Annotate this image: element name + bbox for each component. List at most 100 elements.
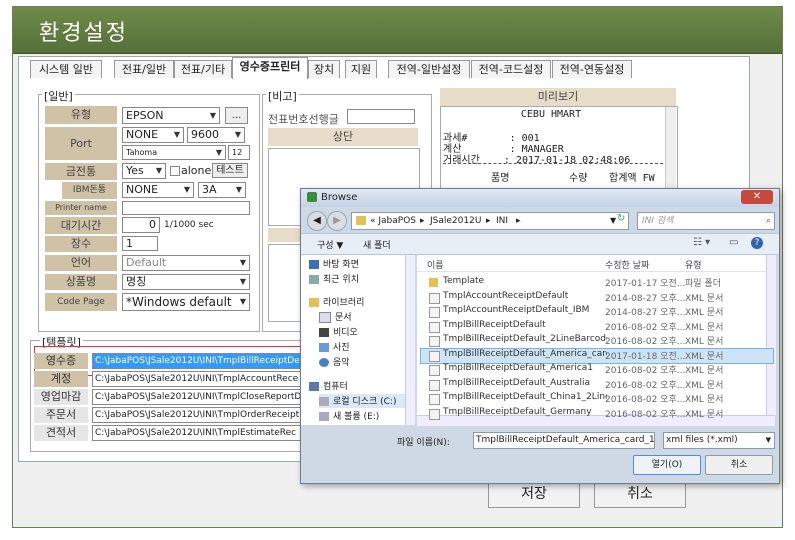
window-title: 환경설정 xyxy=(39,21,128,46)
path-segment-2[interactable]: JSale2012U xyxy=(430,213,481,229)
filter-select[interactable]: xml files (*.xml) ▼ xyxy=(663,432,775,449)
address-dropdown-icon[interactable]: ▼ xyxy=(610,213,616,229)
file-name: Template xyxy=(443,276,485,286)
nav-new-volume[interactable]: 새 볼륨 (E:) xyxy=(319,409,415,423)
nav-computer[interactable]: 컴퓨터 xyxy=(309,379,405,393)
ibm-drawer-select[interactable]: NONE xyxy=(122,182,194,198)
filename-input[interactable]: TmplBillReceiptDefault_America_card_1 xyxy=(473,432,655,449)
type-browse-button[interactable]: ... xyxy=(225,107,248,124)
product-name-select[interactable]: 명칭 xyxy=(122,274,250,290)
file-row[interactable]: TmplBillReceiptDefault_America1 2016-08-0… xyxy=(421,363,773,377)
ibm-drawer-label: IBM돈통 xyxy=(62,182,117,199)
alone-checkbox[interactable] xyxy=(170,166,180,176)
font-select[interactable]: Tahoma xyxy=(122,145,226,160)
file-row[interactable]: TmplBillReceiptDefault_2LineBarcode 2016-… xyxy=(421,334,773,348)
file-name: TmplAccountReceiptDefault xyxy=(443,290,569,301)
tab-slip-general[interactable]: 전표/일반 xyxy=(114,60,174,78)
template-input-close[interactable]: C:\JabaPOS\JSale2012U\INI\TmplCloseRepor… xyxy=(92,389,306,405)
test-button[interactable]: 테스트 xyxy=(212,163,248,178)
file-type: XML 문서 xyxy=(685,380,724,391)
disk-icon xyxy=(319,397,329,406)
ibm-port-select[interactable]: 3A xyxy=(198,182,246,198)
tab-receipt-printer[interactable]: 영수증프린터 xyxy=(232,57,308,79)
type-select[interactable]: EPSON xyxy=(122,107,220,124)
font-size-stepper[interactable]: 12 xyxy=(228,145,250,160)
file-date: 2016-08-02 오후... xyxy=(605,337,685,347)
nav-pictures[interactable]: 사진 xyxy=(319,340,415,354)
template-label-estimate: 견적서 xyxy=(34,425,88,441)
xml-file-icon xyxy=(429,307,440,318)
file-row[interactable]: TmplAccountReceiptDefault 2014-08-27 오후..… xyxy=(421,291,773,305)
back-icon[interactable]: ◀ xyxy=(307,211,327,231)
header-date[interactable]: 수정한 날짜 xyxy=(605,258,649,271)
file-row[interactable]: Template 2017-01-17 오전... 파일 폴더 xyxy=(421,276,773,290)
file-type: 파일 폴더 xyxy=(685,279,721,289)
forward-icon[interactable]: ▶ xyxy=(327,211,347,231)
path-segment-3[interactable]: INI xyxy=(496,213,508,229)
tab-support[interactable]: 지원 xyxy=(345,60,377,78)
slip-prefix-input[interactable] xyxy=(347,109,415,124)
browse-cancel-button[interactable]: 취소 xyxy=(705,455,773,475)
xml-file-icon xyxy=(429,292,440,304)
preview-col-total: 합계액 FW xyxy=(609,173,655,184)
help-icon[interactable]: ? xyxy=(751,237,763,249)
pictures-icon xyxy=(319,343,329,352)
path-segment-1[interactable]: « JabaPOS xyxy=(370,213,416,229)
browse-app-icon xyxy=(307,192,317,202)
nav-videos[interactable]: 비디오 xyxy=(319,325,415,339)
file-row[interactable]: TmplBillReceiptDefault_Germany 2016-08-02… xyxy=(421,407,773,421)
nav-local-disk[interactable]: 로컬 디스크 (C:) xyxy=(319,394,415,408)
template-input-estimate[interactable]: C:\JabaPOS\JSale2012U\INI\TmplEstimateRe… xyxy=(92,425,306,441)
template-input-account[interactable]: C:\JabaPOS\JSale2012U\INI\TmplAccountRec… xyxy=(92,371,306,387)
baud-select[interactable]: 9600 xyxy=(187,127,245,143)
tab-global-code[interactable]: 전역-코드설정 xyxy=(471,60,551,78)
wait-input[interactable]: 0 xyxy=(122,217,160,233)
file-row[interactable]: TmplAccountReceiptDefault_IBM 2014-08-27 … xyxy=(421,305,773,319)
new-folder-button[interactable]: 새 폴더 xyxy=(363,238,391,251)
tab-slip-other[interactable]: 전표/기타 xyxy=(174,60,232,78)
port-select[interactable]: NONE xyxy=(122,127,184,143)
nav-libraries[interactable]: 라이브러리 xyxy=(309,295,405,309)
tab-device[interactable]: 장치 xyxy=(308,60,340,78)
preview-area: CEBU HMART 과세# : 001 계산 : MANAGER 거래시간 :… xyxy=(440,106,678,192)
file-row[interactable]: TmplBillReceiptDefault 2016-08-02 오후... XM… xyxy=(421,320,773,334)
desktop-icon xyxy=(309,260,319,269)
template-input-receipt[interactable]: C:\JabaPOS\JSale2012U\INI\TmplBillReceip… xyxy=(92,353,306,369)
file-row[interactable]: TmplBillReceiptDefault_China1_2Line 2016-… xyxy=(421,392,773,406)
preview-divider xyxy=(443,163,663,164)
folder-icon xyxy=(429,278,438,287)
file-name: TmplBillReceiptDefault_Germany xyxy=(443,406,592,417)
nav-music[interactable]: 음악 xyxy=(319,355,415,369)
nav-desktop[interactable]: 바탕 화면 xyxy=(309,257,405,271)
printer-name-input[interactable] xyxy=(122,201,250,215)
drawer-label: 금전통 xyxy=(45,163,117,180)
tab-global-link[interactable]: 전역-연동설정 xyxy=(552,60,632,78)
file-row[interactable]: TmplBillReceiptDefault_America_card_1 201… xyxy=(420,347,774,364)
file-name: TmplBillReceiptDefault_Australia xyxy=(443,377,590,388)
file-row[interactable]: TmplBillReceiptDefault_Australia 2016-08-… xyxy=(421,378,773,392)
general-legend: [일반] xyxy=(42,88,75,104)
copies-stepper[interactable]: 1 xyxy=(122,236,158,251)
header-type[interactable]: 유형 xyxy=(685,258,702,271)
nav-documents[interactable]: 문서 xyxy=(319,310,415,324)
documents-icon xyxy=(319,312,331,323)
nav-recent[interactable]: 최근 위치 xyxy=(309,272,405,286)
language-select[interactable]: Default xyxy=(122,255,250,271)
preview-pane-icon[interactable]: ▭ xyxy=(729,237,738,248)
header-name[interactable]: 이름 xyxy=(427,258,444,271)
tab-global-general[interactable]: 전역-일반설정 xyxy=(388,60,470,78)
view-options-icon[interactable]: ☷ ▾ xyxy=(693,237,710,248)
nav-scrollbar[interactable] xyxy=(405,255,415,425)
refresh-icon[interactable]: ↻ xyxy=(617,213,631,227)
open-button[interactable]: 열기(O) xyxy=(633,455,701,475)
template-input-order[interactable]: C:\JabaPOS\JSale2012U\INI\TmplOrderRecei… xyxy=(92,407,306,423)
address-bar[interactable]: « JabaPOS ▸ JSale2012U ▸ INI ▸ ▼ xyxy=(351,212,629,230)
drawer-select[interactable]: Yes xyxy=(122,163,166,179)
browse-close-icon[interactable]: ✕ xyxy=(741,190,773,204)
preview-scrollbar[interactable] xyxy=(665,107,676,189)
search-input[interactable]: INI 검색 ⌕ xyxy=(637,212,775,230)
code-page-select[interactable]: *Windows default xyxy=(122,293,250,311)
organize-button[interactable]: 구성 ▼ xyxy=(317,238,343,251)
file-name: TmplBillReceiptDefault xyxy=(443,319,546,330)
tab-system-general[interactable]: 시스템 일반 xyxy=(30,60,102,78)
